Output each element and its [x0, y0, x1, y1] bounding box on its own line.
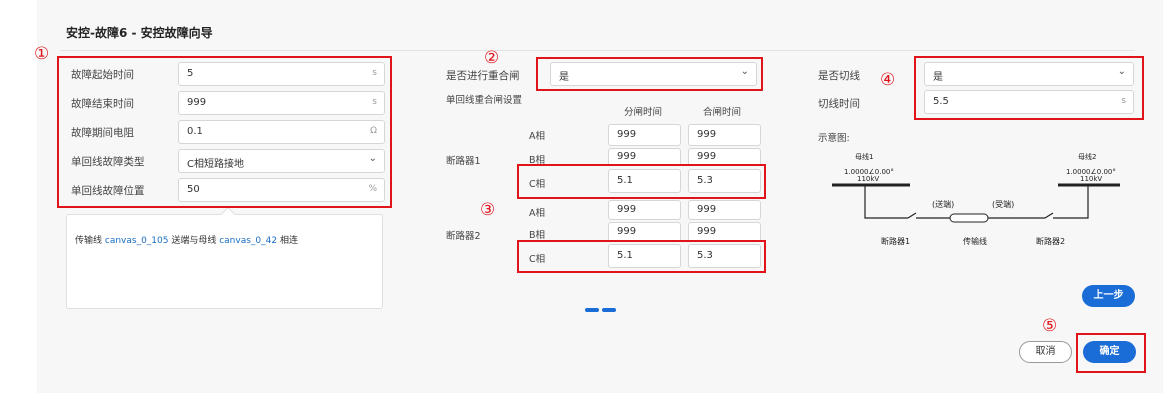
- b2-b-close-input[interactable]: 999: [688, 222, 761, 242]
- highlight-box-4: [914, 56, 1144, 120]
- b1-a-close-input[interactable]: 999: [688, 124, 761, 146]
- bus1-feeder: [864, 185, 908, 219]
- b2-phase-b: B相: [529, 230, 546, 241]
- col-close-time: 合闸时间: [703, 107, 742, 118]
- highlight-box-2: [536, 57, 763, 91]
- tooltip-bus-link[interactable]: canvas_0_42: [219, 236, 277, 246]
- tooltip-box: [66, 214, 383, 309]
- breaker1-diagram-label: 断路器1: [881, 237, 911, 246]
- tooltip-prefix: 传输线: [75, 236, 105, 246]
- diagram-label: 示意图:: [818, 133, 850, 144]
- bus2-feeder: [1053, 185, 1089, 219]
- prev-step-button[interactable]: 上一步: [1082, 285, 1135, 307]
- cancel-button[interactable]: 取消: [1019, 341, 1072, 363]
- highlight-box-3a: [517, 164, 766, 199]
- b1-phase-a: A相: [529, 131, 545, 142]
- tooltip-middle: 送端与母线: [168, 236, 220, 246]
- annotation-3: ③: [480, 200, 496, 220]
- reclose-label: 是否进行重合闸: [446, 70, 520, 82]
- bus1-label: 母线1: [855, 153, 874, 161]
- breaker2-label: 断路器2: [446, 231, 481, 242]
- breaker1-label: 断路器1: [446, 156, 481, 167]
- b2-a-open-input[interactable]: 999: [608, 200, 681, 220]
- transmission-line-symbol: [949, 213, 989, 223]
- annotation-5: ⑤: [1042, 316, 1058, 336]
- reclose-section-label: 单回线重合闸设置: [446, 95, 523, 106]
- bus2-label: 母线2: [1078, 153, 1097, 161]
- cut-time-label: 切线时间: [818, 98, 860, 110]
- breaker2-diagram-label: 断路器2: [1036, 237, 1066, 246]
- b2-a-close-input[interactable]: 999: [688, 200, 761, 220]
- carousel-dot-2[interactable]: [602, 308, 616, 312]
- carousel-dot-1[interactable]: [585, 308, 599, 312]
- tooltip-suffix: 相连: [277, 236, 298, 246]
- annotation-1: ①: [34, 44, 50, 64]
- highlight-box-1: [57, 56, 392, 208]
- highlight-box-5: [1076, 333, 1146, 373]
- annotation-4: ④: [880, 70, 896, 90]
- single-line-diagram: [832, 183, 1120, 223]
- tooltip-line-link[interactable]: canvas_0_105: [105, 236, 169, 246]
- annotation-2: ②: [484, 48, 500, 68]
- col-open-time: 分闸时间: [624, 107, 663, 118]
- line-diagram-label: 传输线: [963, 237, 987, 246]
- tooltip-text: 传输线 canvas_0_105 送端与母线 canvas_0_42 相连: [75, 233, 298, 246]
- breaker2-switch: [1044, 212, 1054, 219]
- title-divider: [60, 50, 1135, 51]
- b1-a-open-input[interactable]: 999: [608, 124, 681, 146]
- b2-phase-a: A相: [529, 208, 545, 219]
- highlight-box-3b: [517, 240, 766, 273]
- breaker1-switch: [907, 212, 917, 219]
- b2-b-open-input[interactable]: 999: [608, 222, 681, 242]
- cut-line-label: 是否切线: [818, 70, 860, 82]
- page-title: 安控-故障6 - 安控故障向导: [66, 26, 213, 40]
